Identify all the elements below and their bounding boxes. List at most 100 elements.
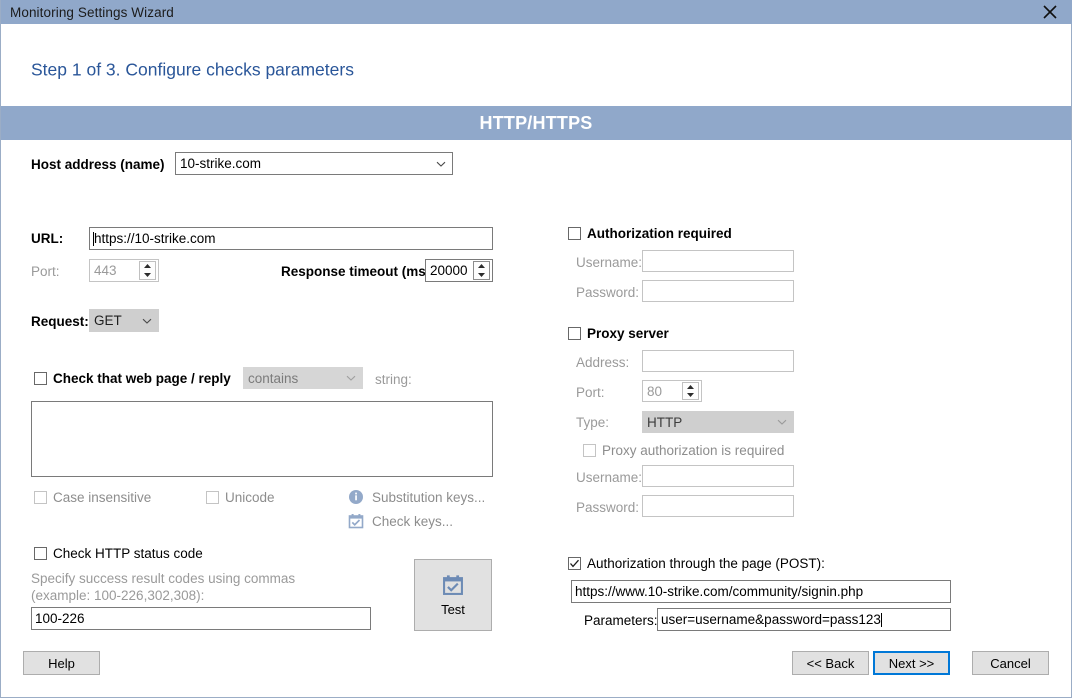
case-insensitive-label: Case insensitive <box>53 490 152 505</box>
check-http-status-checkbox[interactable]: Check HTTP status code <box>34 546 203 561</box>
banner-title: HTTP/HTTPS <box>479 112 593 133</box>
checkbox-box <box>34 547 47 560</box>
proxy-username-input[interactable] <box>642 465 794 487</box>
proxy-port-value: 80 <box>647 383 663 399</box>
next-button[interactable]: Next >> <box>873 651 950 675</box>
proxy-address-input[interactable] <box>642 350 794 372</box>
proxy-type-label: Type: <box>576 415 610 430</box>
back-button[interactable]: << Back <box>792 651 869 675</box>
auth-username-label: Username: <box>576 255 643 270</box>
info-icon <box>349 490 363 504</box>
case-insensitive-checkbox[interactable]: Case insensitive <box>34 490 151 505</box>
post-url-input[interactable]: https://www.10-strike.com/community/sign… <box>571 580 951 603</box>
post-parameters-input[interactable]: user=username&password=pass123 <box>657 608 951 631</box>
response-timeout-label: Response timeout (ms): <box>281 264 435 279</box>
checkbox-box <box>34 491 47 504</box>
check-keys-link[interactable]: Check keys... <box>348 513 453 529</box>
port-stepper-buttons[interactable] <box>139 261 156 280</box>
url-input[interactable]: https://10-strike.com <box>89 227 493 250</box>
test-button[interactable]: Test <box>414 559 492 631</box>
proxy-port-label: Port: <box>576 385 605 400</box>
port-stepper-down[interactable] <box>140 271 155 280</box>
proxy-port-stepper-buttons[interactable] <box>682 382 699 400</box>
window-title: Monitoring Settings Wizard <box>10 4 174 20</box>
unicode-label: Unicode <box>225 490 275 505</box>
proxy-authorization-label: Proxy authorization is required <box>602 443 785 458</box>
checkbox-box <box>568 227 581 240</box>
checkbox-box <box>34 372 47 385</box>
unicode-checkbox[interactable]: Unicode <box>206 490 275 505</box>
test-button-label: Test <box>441 601 465 617</box>
section-banner: HTTP/HTTPS <box>1 106 1071 140</box>
status-codes-input[interactable]: 100-226 <box>31 607 371 630</box>
host-address-combo[interactable]: 10-strike.com <box>175 152 453 175</box>
check-keys-label: Check keys... <box>372 513 454 529</box>
post-url-value: https://www.10-strike.com/community/sign… <box>575 584 864 599</box>
substitution-keys-label: Substitution keys... <box>372 489 486 505</box>
chevron-down-icon <box>142 318 152 324</box>
response-timeout-value: 20000 <box>430 263 468 278</box>
port-label: Port: <box>31 264 60 279</box>
checkbox-box <box>583 444 596 457</box>
checkbox-box <box>568 557 581 570</box>
post-parameters-value: user=username&password=pass123 <box>661 612 881 627</box>
url-value: https://10-strike.com <box>94 231 216 246</box>
proxy-authorization-checkbox[interactable]: Proxy authorization is required <box>583 443 784 458</box>
substitution-keys-link[interactable]: Substitution keys... <box>348 489 485 505</box>
host-address-label: Host address (name) <box>31 157 165 172</box>
chevron-down-icon <box>777 419 787 425</box>
proxy-server-checkbox[interactable]: Proxy server <box>568 326 669 341</box>
port-stepper-up[interactable] <box>140 262 155 271</box>
proxy-type-combo[interactable]: HTTP <box>642 411 794 433</box>
request-method-value: GET <box>94 313 122 328</box>
proxy-address-label: Address: <box>576 355 630 370</box>
authorization-required-checkbox[interactable]: Authorization required <box>568 226 732 241</box>
string-label: string: <box>375 372 412 387</box>
check-condition-combo[interactable]: contains <box>243 367 363 389</box>
post-authorization-checkbox[interactable]: Authorization through the page (POST): <box>568 556 825 571</box>
calendar-check-icon <box>443 574 463 595</box>
proxy-port-stepper[interactable]: 80 <box>642 380 702 402</box>
wizard-header: Step 1 of 3. Configure checks parameters <box>1 24 1071 106</box>
next-button-label: Next >> <box>888 655 935 671</box>
proxy-password-label: Password: <box>576 500 640 515</box>
status-hint-line1: Specify success result codes using comma… <box>31 571 296 586</box>
check-web-page-label: Check that web page / reply <box>53 371 231 386</box>
port-stepper[interactable]: 443 <box>89 259 159 282</box>
request-method-combo[interactable]: GET <box>89 309 159 332</box>
check-condition-value: contains <box>248 370 299 386</box>
timeout-stepper-buttons[interactable] <box>473 261 490 280</box>
checkbox-box <box>568 327 581 340</box>
timeout-stepper-down[interactable] <box>474 271 489 280</box>
proxy-server-label: Proxy server <box>587 326 669 341</box>
auth-password-input[interactable] <box>642 280 794 302</box>
request-label: Request: <box>31 314 89 329</box>
timeout-stepper-up[interactable] <box>474 262 489 271</box>
cancel-button-label: Cancel <box>990 655 1031 671</box>
response-timeout-stepper[interactable]: 20000 <box>425 259 493 282</box>
port-value: 443 <box>94 263 117 278</box>
checkbox-box <box>206 491 219 504</box>
help-button-label: Help <box>48 655 75 671</box>
url-label: URL: <box>31 231 64 246</box>
close-icon[interactable] <box>1027 0 1072 24</box>
check-web-page-checkbox[interactable]: Check that web page / reply <box>34 371 231 386</box>
check-web-page-text-area[interactable] <box>31 401 493 477</box>
authorization-required-label: Authorization required <box>587 226 732 241</box>
proxy-port-stepper-down[interactable] <box>683 391 698 399</box>
auth-password-label: Password: <box>576 285 640 300</box>
help-button[interactable]: Help <box>23 651 100 675</box>
text-caret <box>880 612 882 627</box>
proxy-password-input[interactable] <box>642 495 794 517</box>
proxy-type-value: HTTP <box>647 414 683 430</box>
proxy-username-label: Username: <box>576 470 643 485</box>
host-address-value: 10-strike.com <box>180 156 262 171</box>
proxy-port-stepper-up[interactable] <box>683 383 698 391</box>
check-http-status-label: Check HTTP status code <box>53 546 203 561</box>
cancel-button[interactable]: Cancel <box>972 651 1049 675</box>
back-button-label: << Back <box>806 655 855 671</box>
calendar-check-icon <box>348 514 364 529</box>
chevron-down-icon <box>346 375 356 381</box>
status-hint-line2: (example: 100-226,302,308): <box>31 588 205 603</box>
auth-username-input[interactable] <box>642 250 794 272</box>
